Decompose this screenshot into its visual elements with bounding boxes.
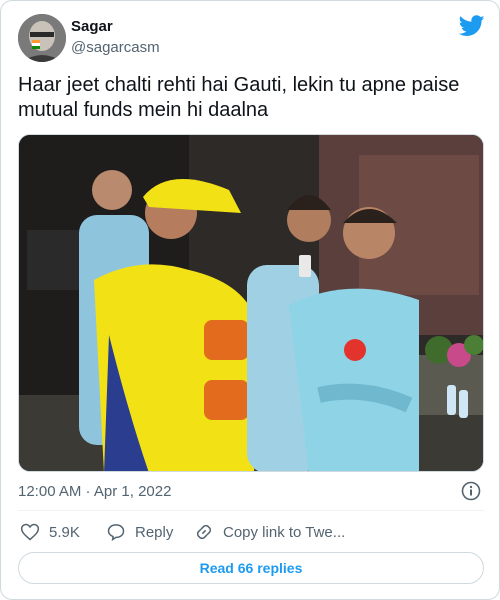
like-count: 5.9K (49, 523, 80, 541)
divider (18, 510, 484, 511)
like-button[interactable]: 5.9K (20, 519, 80, 545)
read-replies-button[interactable]: Read 66 replies (18, 552, 484, 584)
copy-link-button[interactable]: Copy link to Twe... (194, 519, 345, 545)
avatar[interactable] (18, 14, 66, 62)
link-icon (196, 524, 212, 540)
author-handle[interactable]: @sagarcasm (71, 39, 160, 56)
tweet-timestamp[interactable]: 12:00 AM · Apr 1, 2022 (18, 483, 171, 500)
tweet-card: Sagar @sagarcasm Haar jeet chalti rehti … (0, 0, 500, 600)
speech-bubble-icon (107, 524, 125, 541)
author-name[interactable]: Sagar (71, 18, 113, 35)
tweet-photo[interactable] (18, 134, 484, 472)
twitter-bird-icon[interactable] (459, 15, 485, 37)
reply-label: Reply (135, 523, 174, 541)
heart-icon (20, 523, 40, 541)
copy-link-label: Copy link to Twe... (223, 523, 346, 541)
reply-button[interactable]: Reply (106, 519, 173, 545)
tweet-text: Haar jeet chalti rehti hai Gauti, lekin … (18, 74, 460, 121)
info-icon[interactable] (461, 481, 481, 501)
action-bar: 5.9K Reply Copy link to Twe... (18, 519, 484, 545)
